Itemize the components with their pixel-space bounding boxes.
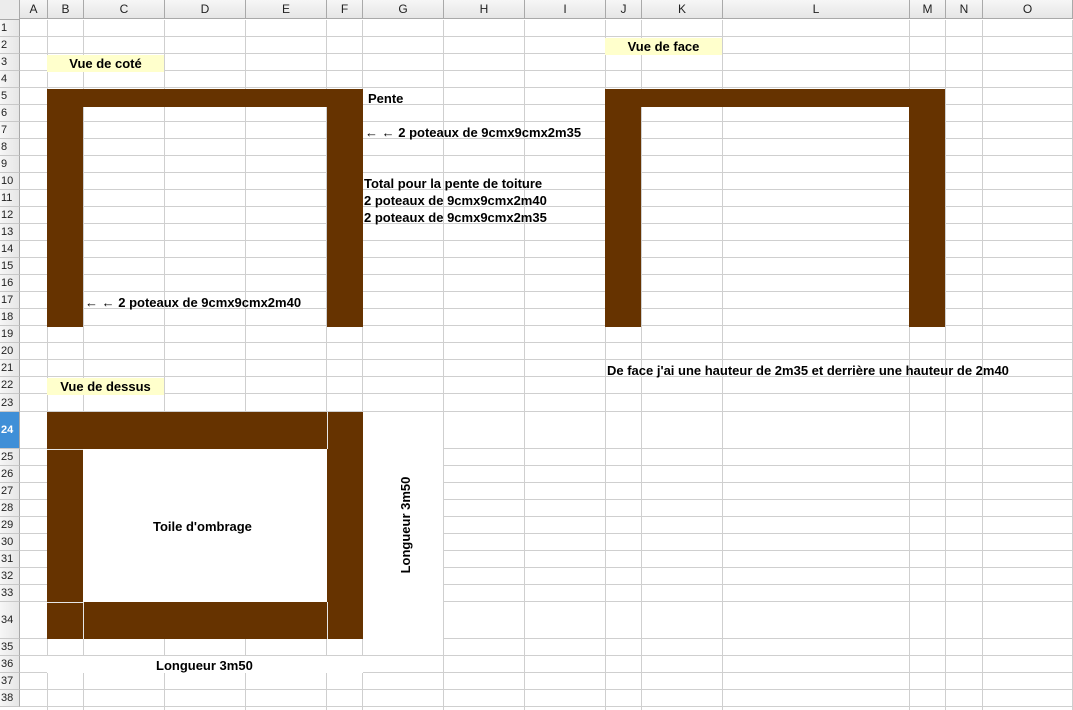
cell-grid[interactable]: Vue de coté Pente ← ← 2 poteaux de 9cmx9…	[20, 20, 1073, 710]
column-header-D[interactable]: D	[165, 0, 246, 19]
row-header-18[interactable]: 18	[0, 309, 20, 326]
row-header-14[interactable]: 14	[0, 241, 20, 258]
grid-hline	[20, 87, 1073, 88]
joint-line	[327, 602, 328, 639]
shade-cloth-label: Toile d'ombrage	[153, 519, 252, 534]
row-header-23[interactable]: 23	[0, 394, 20, 412]
column-header-C[interactable]: C	[84, 0, 165, 19]
grid-hline	[20, 393, 1073, 394]
row-header-19[interactable]: 19	[0, 326, 20, 343]
row-header-31[interactable]: 31	[0, 551, 20, 568]
row-header-32[interactable]: 32	[0, 568, 20, 585]
side-view-roof-beam	[47, 89, 363, 107]
grid-hline	[20, 70, 1073, 71]
row-header-2[interactable]: 2	[0, 37, 20, 54]
row-header-6[interactable]: 6	[0, 105, 20, 122]
row-header-17[interactable]: 17	[0, 292, 20, 309]
row-header-24[interactable]: 24	[0, 412, 20, 449]
joint-line	[83, 602, 84, 639]
right-posts-note: ← ← 2 poteaux de 9cmx9cmx2m35	[365, 125, 582, 140]
row-header-37[interactable]: 37	[0, 673, 20, 690]
grid-hline	[20, 689, 1073, 690]
side-view-title: Vue de coté	[47, 55, 164, 72]
row-header-8[interactable]: 8	[0, 139, 20, 156]
side-view-right-post	[327, 107, 363, 327]
row-header-15[interactable]: 15	[0, 258, 20, 275]
column-header-J[interactable]: J	[606, 0, 642, 19]
top-view-left-beam	[47, 449, 83, 639]
joint-line	[47, 449, 83, 450]
side-view-left-post	[47, 107, 83, 327]
column-header-K[interactable]: K	[642, 0, 723, 19]
row-header-4[interactable]: 4	[0, 71, 20, 88]
row-header-1[interactable]: 1	[0, 20, 20, 37]
row-header-10[interactable]: 10	[0, 173, 20, 190]
row-header-11[interactable]: 11	[0, 190, 20, 207]
length-horizontal-label: Longueur 3m50	[156, 658, 253, 673]
row-header-34[interactable]: 34	[0, 602, 20, 639]
grid-hline	[20, 53, 1073, 54]
front-view-height-note: De face j'ai une hauteur de 2m35 et derr…	[607, 363, 1009, 378]
row-header-13[interactable]: 13	[0, 224, 20, 241]
column-header-M[interactable]: M	[910, 0, 946, 19]
column-header-H[interactable]: H	[444, 0, 525, 19]
slope-label: Pente	[368, 91, 404, 106]
top-view-right-beam	[327, 449, 363, 639]
grid-hline	[20, 36, 1073, 37]
row-header-28[interactable]: 28	[0, 500, 20, 517]
row-header-22[interactable]: 22	[0, 377, 20, 394]
row-header-36[interactable]: 36	[0, 656, 20, 673]
column-header-L[interactable]: L	[723, 0, 910, 19]
column-header-N[interactable]: N	[946, 0, 983, 19]
row-header-30[interactable]: 30	[0, 534, 20, 551]
row-header-5[interactable]: 5	[0, 88, 20, 105]
row-header-7[interactable]: 7	[0, 122, 20, 139]
joint-line	[327, 412, 328, 449]
front-view-roof-beam	[605, 89, 945, 107]
grid-hline	[20, 342, 1073, 343]
row-header-26[interactable]: 26	[0, 466, 20, 483]
column-header-A[interactable]: A	[20, 0, 48, 19]
column-header-G[interactable]: G	[363, 0, 444, 19]
row-header-21[interactable]: 21	[0, 360, 20, 377]
row-header-29[interactable]: 29	[0, 517, 20, 534]
column-headers: ABCDEFGHIJKLMNO	[0, 0, 1073, 20]
top-view-top-beam	[47, 412, 363, 449]
column-header-F[interactable]: F	[327, 0, 363, 19]
row-header-25[interactable]: 25	[0, 449, 20, 466]
length-vertical-label: Longueur 3m50	[398, 476, 413, 574]
total-line-2m35: 2 poteaux de 9cmx9cmx2m35	[364, 210, 547, 225]
row-header-9[interactable]: 9	[0, 156, 20, 173]
row-header-27[interactable]: 27	[0, 483, 20, 500]
row-header-16[interactable]: 16	[0, 275, 20, 292]
grid-hline	[20, 706, 1073, 707]
left-posts-note: ← ← 2 poteaux de 9cmx9cmx2m40	[85, 295, 302, 310]
top-view-bottom-beam	[83, 602, 327, 639]
row-header-12[interactable]: 12	[0, 207, 20, 224]
front-view-left-post	[605, 107, 641, 327]
row-header-20[interactable]: 20	[0, 343, 20, 360]
row-header-35[interactable]: 35	[0, 639, 20, 656]
column-header-E[interactable]: E	[246, 0, 327, 19]
column-header-I[interactable]: I	[525, 0, 606, 19]
top-view-title: Vue de dessus	[47, 378, 164, 395]
front-view-title: Vue de face	[605, 38, 722, 55]
total-heading: Total pour la pente de toiture	[364, 176, 543, 191]
row-header-38[interactable]: 38	[0, 690, 20, 707]
joint-line	[47, 602, 83, 603]
column-header-O[interactable]: O	[983, 0, 1073, 19]
total-line-2m40: 2 poteaux de 9cmx9cmx2m40	[364, 193, 547, 208]
spreadsheet[interactable]: ABCDEFGHIJKLMNO 1 2 3 4 5 6 7 8 9 10 11 12 13 14 15 16 1…	[0, 0, 1073, 710]
front-view-right-post	[909, 107, 945, 327]
column-header-B[interactable]: B	[48, 0, 84, 19]
row-header-3[interactable]: 3	[0, 54, 20, 71]
row-header-33[interactable]: 33	[0, 585, 20, 602]
grid-hline	[20, 359, 1073, 360]
